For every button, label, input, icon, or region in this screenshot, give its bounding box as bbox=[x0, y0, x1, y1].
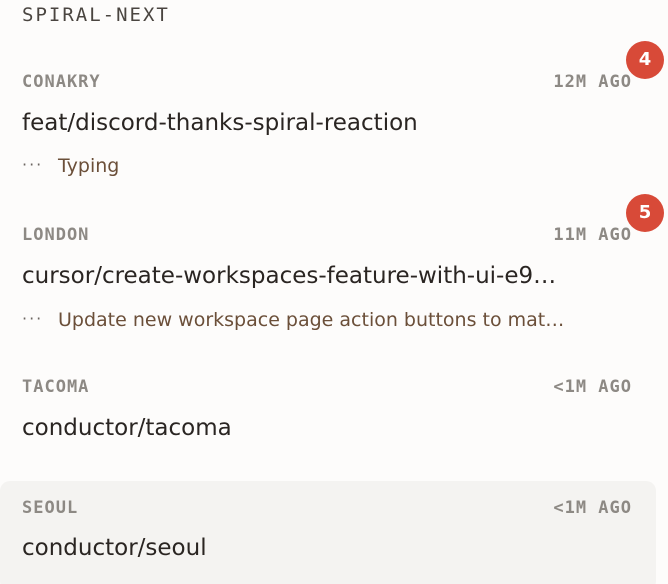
workspace-location: LONDON bbox=[22, 225, 90, 245]
workspace-status: ··· Update new workspace page action butt… bbox=[22, 309, 634, 331]
workspace-time: <1M AGO bbox=[553, 498, 632, 518]
repo-section-title: SPIRAL-NEXT bbox=[22, 4, 170, 26]
workspace-location: TACOMA bbox=[22, 377, 90, 397]
workspace-list-panel: SPIRAL-NEXT CONAKRY 12M AGO feat/discord… bbox=[0, 0, 668, 584]
workspace-branch: conductor/seoul bbox=[22, 535, 207, 561]
workspace-status-text: Typing bbox=[58, 155, 120, 177]
workspace-location: CONAKRY bbox=[22, 72, 101, 92]
typing-dots-icon: ··· bbox=[22, 155, 44, 174]
workspace-status: ··· Typing bbox=[22, 155, 634, 177]
unread-count-badge: 4 bbox=[626, 41, 664, 79]
workspace-branch: feat/discord-thanks-spiral-reaction bbox=[22, 110, 418, 136]
workspace-branch: cursor/create-workspaces-feature-with-ui… bbox=[22, 263, 557, 289]
unread-count-badge: 5 bbox=[626, 194, 664, 232]
workspace-branch: conductor/tacoma bbox=[22, 415, 232, 441]
workspace-time: 11M AGO bbox=[553, 225, 632, 245]
workspace-time: 12M AGO bbox=[553, 72, 632, 92]
workspace-time: <1M AGO bbox=[553, 377, 632, 397]
workspace-item-conakry[interactable]: CONAKRY 12M AGO feat/discord-thanks-spir… bbox=[0, 41, 664, 200]
workspace-item-london[interactable]: LONDON 11M AGO cursor/create-workspaces-… bbox=[0, 194, 664, 353]
workspace-status-text: Update new workspace page action buttons… bbox=[58, 309, 565, 331]
typing-dots-icon: ··· bbox=[22, 309, 44, 328]
workspace-item-tacoma[interactable]: TACOMA <1M AGO conductor/tacoma bbox=[0, 365, 656, 465]
workspace-location: SEOUL bbox=[22, 498, 79, 518]
workspace-item-seoul[interactable]: SEOUL <1M AGO conductor/seoul bbox=[0, 481, 656, 584]
